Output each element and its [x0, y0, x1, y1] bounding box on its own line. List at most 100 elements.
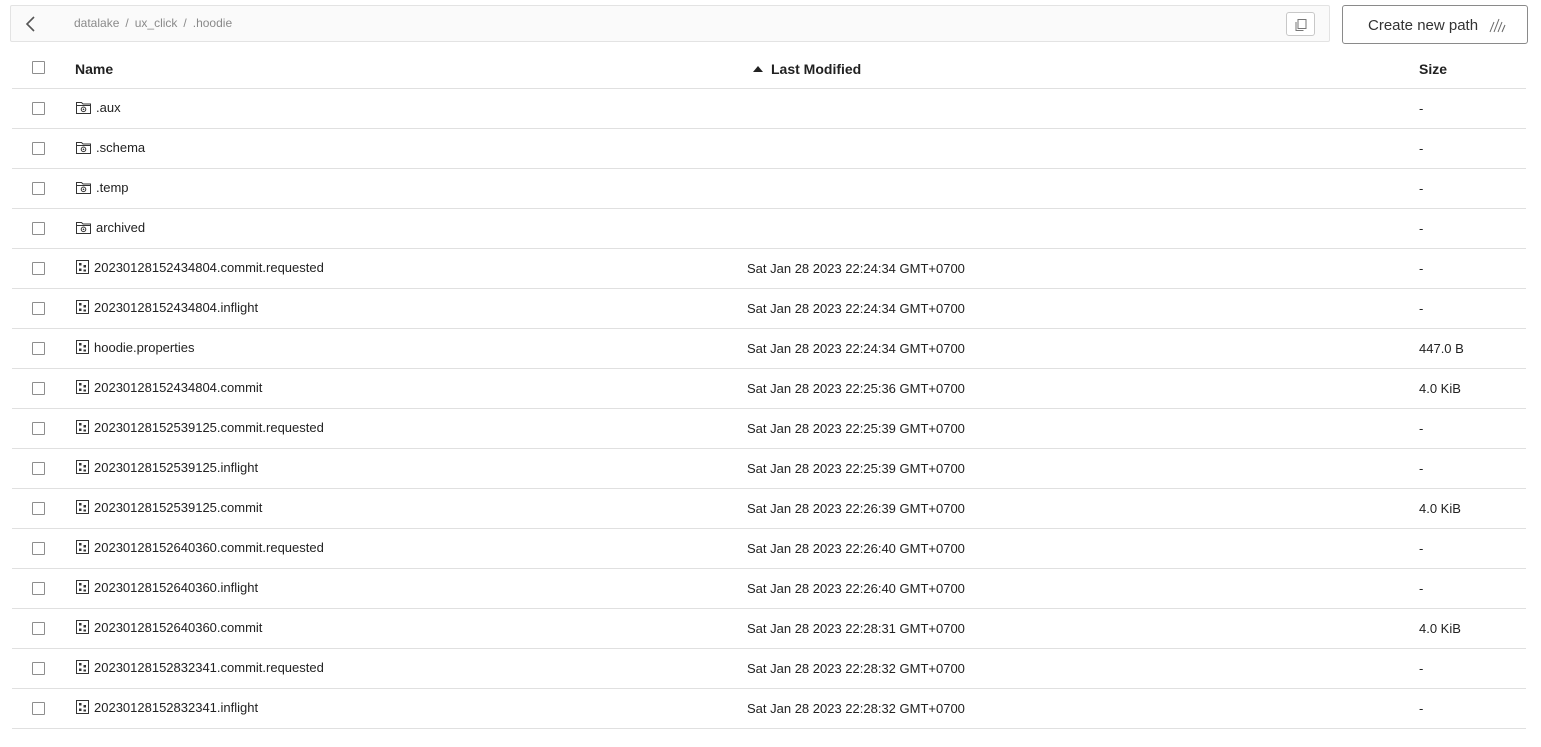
select-all-checkbox[interactable] [32, 61, 45, 74]
row-name-label: archived [96, 220, 146, 235]
row-size: - [1419, 701, 1424, 716]
table-row[interactable]: archived - [12, 209, 1526, 249]
file-icon [76, 380, 89, 394]
row-checkbox[interactable] [32, 582, 45, 595]
table-header: Name Last Modified Size [12, 48, 1526, 89]
path-slashes-icon [1489, 18, 1506, 33]
folder-icon [76, 142, 91, 154]
back-button[interactable] [21, 14, 41, 34]
row-last-modified: Sat Jan 28 2023 22:28:31 GMT+0700 [747, 621, 965, 636]
row-name[interactable]: hoodie.properties [76, 340, 194, 355]
row-name[interactable]: archived [76, 220, 145, 235]
row-name[interactable]: 20230128152434804.commit.requested [76, 260, 324, 275]
table-row[interactable]: hoodie.properties Sat Jan 28 2023 22:24:3… [12, 329, 1526, 369]
row-name[interactable]: 20230128152434804.commit [76, 380, 262, 395]
row-last-modified: Sat Jan 28 2023 22:24:34 GMT+0700 [747, 341, 965, 356]
row-name[interactable]: 20230128152539125.commit.requested [76, 420, 324, 435]
row-name[interactable]: 20230128152640360.commit [76, 620, 262, 635]
row-checkbox[interactable] [32, 182, 45, 195]
row-size: - [1419, 101, 1424, 116]
row-size: - [1419, 461, 1424, 476]
table-row[interactable]: .schema - [12, 129, 1526, 169]
row-name-label: 20230128152434804.commit [94, 380, 263, 395]
file-icon [76, 500, 89, 514]
row-checkbox[interactable] [32, 342, 45, 355]
folder-icon [76, 222, 91, 234]
row-name-label: 20230128152640360.commit.requested [94, 540, 324, 555]
table-row[interactable]: 20230128152434804.commit.requested Sat Ja… [12, 249, 1526, 289]
copy-icon [1295, 19, 1307, 31]
row-name[interactable]: .aux [76, 100, 121, 115]
row-last-modified: Sat Jan 28 2023 22:25:36 GMT+0700 [747, 381, 965, 396]
table-row[interactable]: 20230128152832341.inflight Sat Jan 28 202… [12, 689, 1526, 729]
breadcrumb-segment-ux-click[interactable]: ux_click [135, 16, 178, 30]
breadcrumb-segment-datalake[interactable]: datalake [74, 16, 119, 30]
row-checkbox[interactable] [32, 662, 45, 675]
row-last-modified: Sat Jan 28 2023 22:24:34 GMT+0700 [747, 301, 965, 316]
row-checkbox[interactable] [32, 222, 45, 235]
table-row[interactable]: 20230128152434804.inflight Sat Jan 28 202… [12, 289, 1526, 329]
table-row[interactable]: .temp - [12, 169, 1526, 209]
file-icon [76, 620, 89, 634]
row-name[interactable]: 20230128152832341.inflight [76, 700, 258, 715]
row-name-label: 20230128152539125.commit.requested [94, 420, 324, 435]
row-name-label: hoodie.properties [94, 340, 195, 355]
row-name-label: 20230128152640360.inflight [94, 580, 259, 595]
file-table: Name Last Modified Size .aux - .schema - .te… [12, 48, 1526, 729]
row-name[interactable]: 20230128152539125.commit [76, 500, 262, 515]
row-name[interactable]: 20230128152434804.inflight [76, 300, 258, 315]
row-checkbox[interactable] [32, 142, 45, 155]
row-checkbox[interactable] [32, 102, 45, 115]
row-name[interactable]: 20230128152640360.inflight [76, 580, 258, 595]
row-checkbox[interactable] [32, 422, 45, 435]
row-checkbox[interactable] [32, 502, 45, 515]
breadcrumb-segment-hoodie[interactable]: .hoodie [193, 16, 232, 30]
table-row[interactable]: 20230128152434804.commit Sat Jan 28 2023 … [12, 369, 1526, 409]
table-row[interactable]: 20230128152640360.inflight Sat Jan 28 202… [12, 569, 1526, 609]
row-checkbox[interactable] [32, 702, 45, 715]
table-row[interactable]: 20230128152539125.commit Sat Jan 28 2023 … [12, 489, 1526, 529]
row-checkbox[interactable] [32, 462, 45, 475]
file-icon [76, 540, 89, 554]
row-name[interactable]: 20230128152640360.commit.requested [76, 540, 324, 555]
table-row[interactable]: 20230128152539125.commit.requested Sat Ja… [12, 409, 1526, 449]
row-size: 4.0 KiB [1419, 621, 1461, 636]
row-name-label: 20230128152539125.commit [94, 500, 263, 515]
row-size: - [1419, 261, 1424, 276]
column-header-last-modified[interactable]: Last Modified [753, 61, 861, 77]
file-icon [76, 660, 89, 674]
row-name[interactable]: 20230128152832341.commit.requested [76, 660, 324, 675]
breadcrumb-separator: / [125, 16, 129, 30]
column-header-size[interactable]: Size [1419, 61, 1447, 77]
row-name[interactable]: .temp [76, 180, 129, 195]
row-checkbox[interactable] [32, 622, 45, 635]
table-row[interactable]: 20230128152832341.commit.requested Sat Ja… [12, 649, 1526, 689]
chevron-left-icon [25, 16, 35, 32]
row-size: 447.0 B [1419, 341, 1464, 356]
row-checkbox[interactable] [32, 302, 45, 315]
file-icon [76, 420, 89, 434]
row-last-modified: Sat Jan 28 2023 22:26:39 GMT+0700 [747, 501, 965, 516]
create-new-path-button[interactable]: Create new path [1342, 5, 1528, 44]
row-size: - [1419, 581, 1424, 596]
table-row[interactable]: 20230128152539125.inflight Sat Jan 28 202… [12, 449, 1526, 489]
row-checkbox[interactable] [32, 262, 45, 275]
row-name-label: 20230128152640360.commit [94, 620, 263, 635]
row-name[interactable]: .schema [76, 140, 145, 155]
row-size: 4.0 KiB [1419, 501, 1461, 516]
table-row[interactable]: 20230128152640360.commit.requested Sat Ja… [12, 529, 1526, 569]
row-last-modified: Sat Jan 28 2023 22:24:34 GMT+0700 [747, 261, 965, 276]
row-size: - [1419, 301, 1424, 316]
row-name[interactable]: 20230128152539125.inflight [76, 460, 258, 475]
row-checkbox[interactable] [32, 382, 45, 395]
copy-path-button[interactable] [1286, 12, 1315, 36]
file-icon [76, 260, 89, 274]
row-last-modified: Sat Jan 28 2023 22:28:32 GMT+0700 [747, 661, 965, 676]
path-bar: datalake / ux_click / .hoodie [10, 5, 1330, 42]
row-last-modified: Sat Jan 28 2023 22:26:40 GMT+0700 [747, 541, 965, 556]
column-header-name[interactable]: Name [75, 61, 113, 77]
table-body: .aux - .schema - .temp - archived -202301281524… [12, 89, 1526, 729]
table-row[interactable]: 20230128152640360.commit Sat Jan 28 2023 … [12, 609, 1526, 649]
row-checkbox[interactable] [32, 542, 45, 555]
table-row[interactable]: .aux - [12, 89, 1526, 129]
